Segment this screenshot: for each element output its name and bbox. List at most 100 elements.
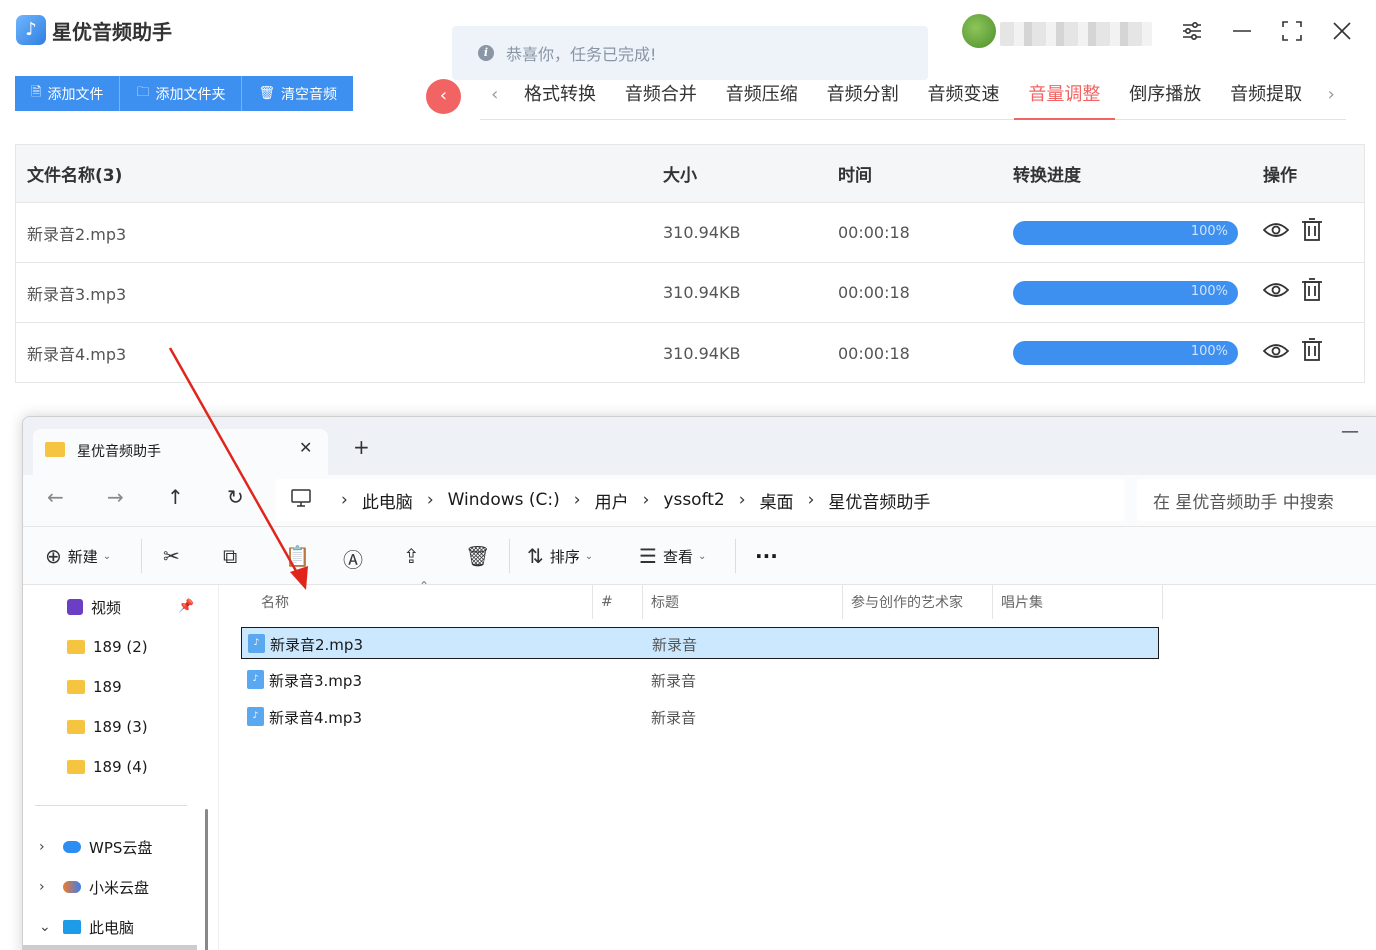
delete-trash-icon[interactable] xyxy=(1301,277,1323,308)
eye-icon[interactable] xyxy=(1262,341,1290,366)
audio-file-icon: ♪ xyxy=(248,634,265,653)
maximize-icon[interactable] xyxy=(1275,14,1309,48)
clipboard-icon: 📋 xyxy=(285,544,310,568)
nav-item-folder[interactable]: 189 (2) xyxy=(67,627,148,667)
nav-item-wps-cloud[interactable]: › WPS云盘 xyxy=(39,827,152,867)
sort-button[interactable]: ⇅ 排序 ⌄ xyxy=(527,544,593,568)
tabs-next-chevron-icon[interactable]: › xyxy=(1317,76,1347,114)
tab-audio-split[interactable]: 音频分割 xyxy=(812,76,913,120)
close-tab-icon[interactable]: ✕ xyxy=(299,438,312,457)
computer-icon xyxy=(63,920,81,934)
copy-icon: ⧉ xyxy=(223,544,238,568)
breadcrumb-this-pc[interactable]: 此电脑 xyxy=(362,488,413,513)
chevron-right-icon[interactable]: › xyxy=(39,839,49,855)
cloud-icon xyxy=(63,881,81,893)
search-input[interactable]: 在 星优音频助手 中搜索 xyxy=(1137,479,1376,521)
back-circle-button[interactable]: ‹ xyxy=(426,79,461,114)
add-folder-button[interactable]: 🗀 添加文件夹 xyxy=(120,76,243,111)
sort-up-chevron-icon: ⌃ xyxy=(419,579,430,593)
up-arrow-icon[interactable]: ↑ xyxy=(167,485,184,509)
list-item[interactable]: ♪ 新录音4.mp3 新录音 xyxy=(241,701,1159,733)
nav-item-folder[interactable]: 189 xyxy=(67,667,122,707)
column-title-label: 标题 xyxy=(651,595,679,611)
view-label: 查看 xyxy=(662,547,693,566)
chevron-down-icon: ⌄ xyxy=(697,550,707,562)
delete-trash-icon[interactable] xyxy=(1301,217,1323,248)
chevron-down-icon[interactable]: ⌄ xyxy=(39,919,51,935)
breadcrumb-drive-c[interactable]: Windows (C:) xyxy=(448,490,560,510)
more-options-button[interactable]: ··· xyxy=(755,544,778,568)
pin-icon[interactable]: 📌 xyxy=(178,599,194,614)
file-title: 新录音 xyxy=(652,636,698,654)
copy-button[interactable]: ⧉ xyxy=(223,544,243,568)
nav-item-folder[interactable]: 189 (3) xyxy=(67,707,148,747)
avatar[interactable] xyxy=(962,14,996,48)
file-explorer-window: 星优音频助手 ✕ + — ← → ↑ ↻ › 此电脑 › Windows (C:… xyxy=(22,416,1376,950)
header-size: 大小 xyxy=(663,166,697,186)
tab-volume-adjust[interactable]: 音量调整 xyxy=(1013,76,1115,120)
tab-format-convert[interactable]: 格式转换 xyxy=(510,76,611,120)
cut-button[interactable]: ✂ xyxy=(163,544,186,568)
table-row[interactable]: 新录音4.mp3 310.94KB 00:00:18 100% xyxy=(16,323,1364,383)
new-button[interactable]: ⊕ 新建 ⌄ xyxy=(45,544,111,568)
explorer-minimize-icon[interactable]: — xyxy=(1341,421,1359,442)
settings-sliders-icon[interactable] xyxy=(1175,14,1209,48)
paste-button[interactable]: 📋 xyxy=(285,544,316,568)
folder-icon xyxy=(67,760,85,774)
chevron-right-icon[interactable]: › xyxy=(39,879,49,895)
eye-icon[interactable] xyxy=(1262,280,1290,305)
delete-trash-icon[interactable] xyxy=(1301,338,1323,368)
new-tab-button[interactable]: + xyxy=(353,435,370,459)
column-number[interactable]: # xyxy=(593,585,643,619)
address-bar[interactable]: › 此电脑 › Windows (C:) › 用户 › yssoft2 › 桌面… xyxy=(275,479,1125,521)
eye-icon[interactable] xyxy=(1262,220,1290,245)
close-icon[interactable] xyxy=(1325,14,1359,48)
breadcrumb-users[interactable]: 用户 xyxy=(595,488,629,513)
tab-reverse-play[interactable]: 倒序播放 xyxy=(1115,76,1216,120)
clear-audio-button[interactable]: 🗑 清空音频 xyxy=(242,76,353,111)
table-row[interactable]: 新录音3.mp3 310.94KB 00:00:18 100% xyxy=(16,263,1364,323)
refresh-icon[interactable]: ↻ xyxy=(227,485,244,509)
ops-cell xyxy=(1262,263,1335,322)
forward-arrow-icon[interactable]: → xyxy=(107,485,124,509)
tab-audio-compress[interactable]: 音频压缩 xyxy=(711,76,812,120)
list-item[interactable]: ♪ 新录音2.mp3 新录音 xyxy=(241,627,1159,659)
nav-item-mi-cloud[interactable]: › 小米云盘 xyxy=(39,867,149,907)
back-arrow-icon[interactable]: ← xyxy=(47,485,64,509)
breadcrumb-desktop[interactable]: 桌面 xyxy=(760,488,794,513)
delete-button[interactable]: 🗑 xyxy=(465,544,496,568)
breadcrumb-current-folder[interactable]: 星优音频助手 xyxy=(828,488,930,513)
view-button[interactable]: ☰ 查看 ⌄ xyxy=(639,544,706,568)
column-artist[interactable]: 参与创作的艺术家 xyxy=(843,585,993,619)
add-file-button[interactable]: 🗎 添加文件 xyxy=(15,76,121,111)
rename-button[interactable]: Ⓐ xyxy=(343,544,369,573)
header-ops: 操作 xyxy=(1263,166,1297,186)
explorer-navbar: ← → ↑ ↻ › 此电脑 › Windows (C:) › 用户 › ysso… xyxy=(23,475,1376,527)
nav-scrollbar[interactable] xyxy=(205,809,208,950)
nav-horizontal-scrollbar[interactable] xyxy=(23,945,197,950)
tab-audio-merge[interactable]: 音频合并 xyxy=(610,76,711,120)
tab-audio-speed[interactable]: 音频变速 xyxy=(913,76,1014,120)
tab-audio-extract[interactable]: 音频提取 xyxy=(1216,76,1317,120)
folder-icon xyxy=(67,680,85,694)
tabs-prev-chevron-icon[interactable]: ‹ xyxy=(480,76,510,114)
minimize-icon[interactable] xyxy=(1225,14,1259,48)
folder-icon: 🗀 xyxy=(136,84,150,100)
chevron-down-icon: ⌄ xyxy=(102,550,112,562)
column-title[interactable]: 标题 xyxy=(643,585,843,619)
table-header: 文件名称(3) 大小 时间 转换进度 操作 xyxy=(16,145,1364,203)
info-icon: i xyxy=(478,45,494,61)
nav-item-this-pc[interactable]: ⌄ 此电脑 xyxy=(39,907,134,947)
file-name: 新录音3.mp3 xyxy=(27,284,127,304)
explorer-tab[interactable]: 星优音频助手 ✕ xyxy=(33,429,328,475)
list-item[interactable]: ♪ 新录音3.mp3 新录音 xyxy=(241,664,1159,696)
column-album[interactable]: 唱片集 xyxy=(993,585,1163,619)
nav-item-folder[interactable]: 189 (4) xyxy=(67,747,148,787)
progress-cell: 100% xyxy=(1013,263,1238,322)
breadcrumb-user[interactable]: yssoft2 xyxy=(663,490,724,510)
divider xyxy=(735,539,736,573)
nav-item-videos[interactable]: 视频 xyxy=(67,587,121,627)
share-button[interactable]: ⇪ xyxy=(403,544,426,568)
breadcrumb-separator-icon: › xyxy=(573,490,581,510)
table-row[interactable]: 新录音2.mp3 310.94KB 00:00:18 100% xyxy=(16,203,1364,263)
